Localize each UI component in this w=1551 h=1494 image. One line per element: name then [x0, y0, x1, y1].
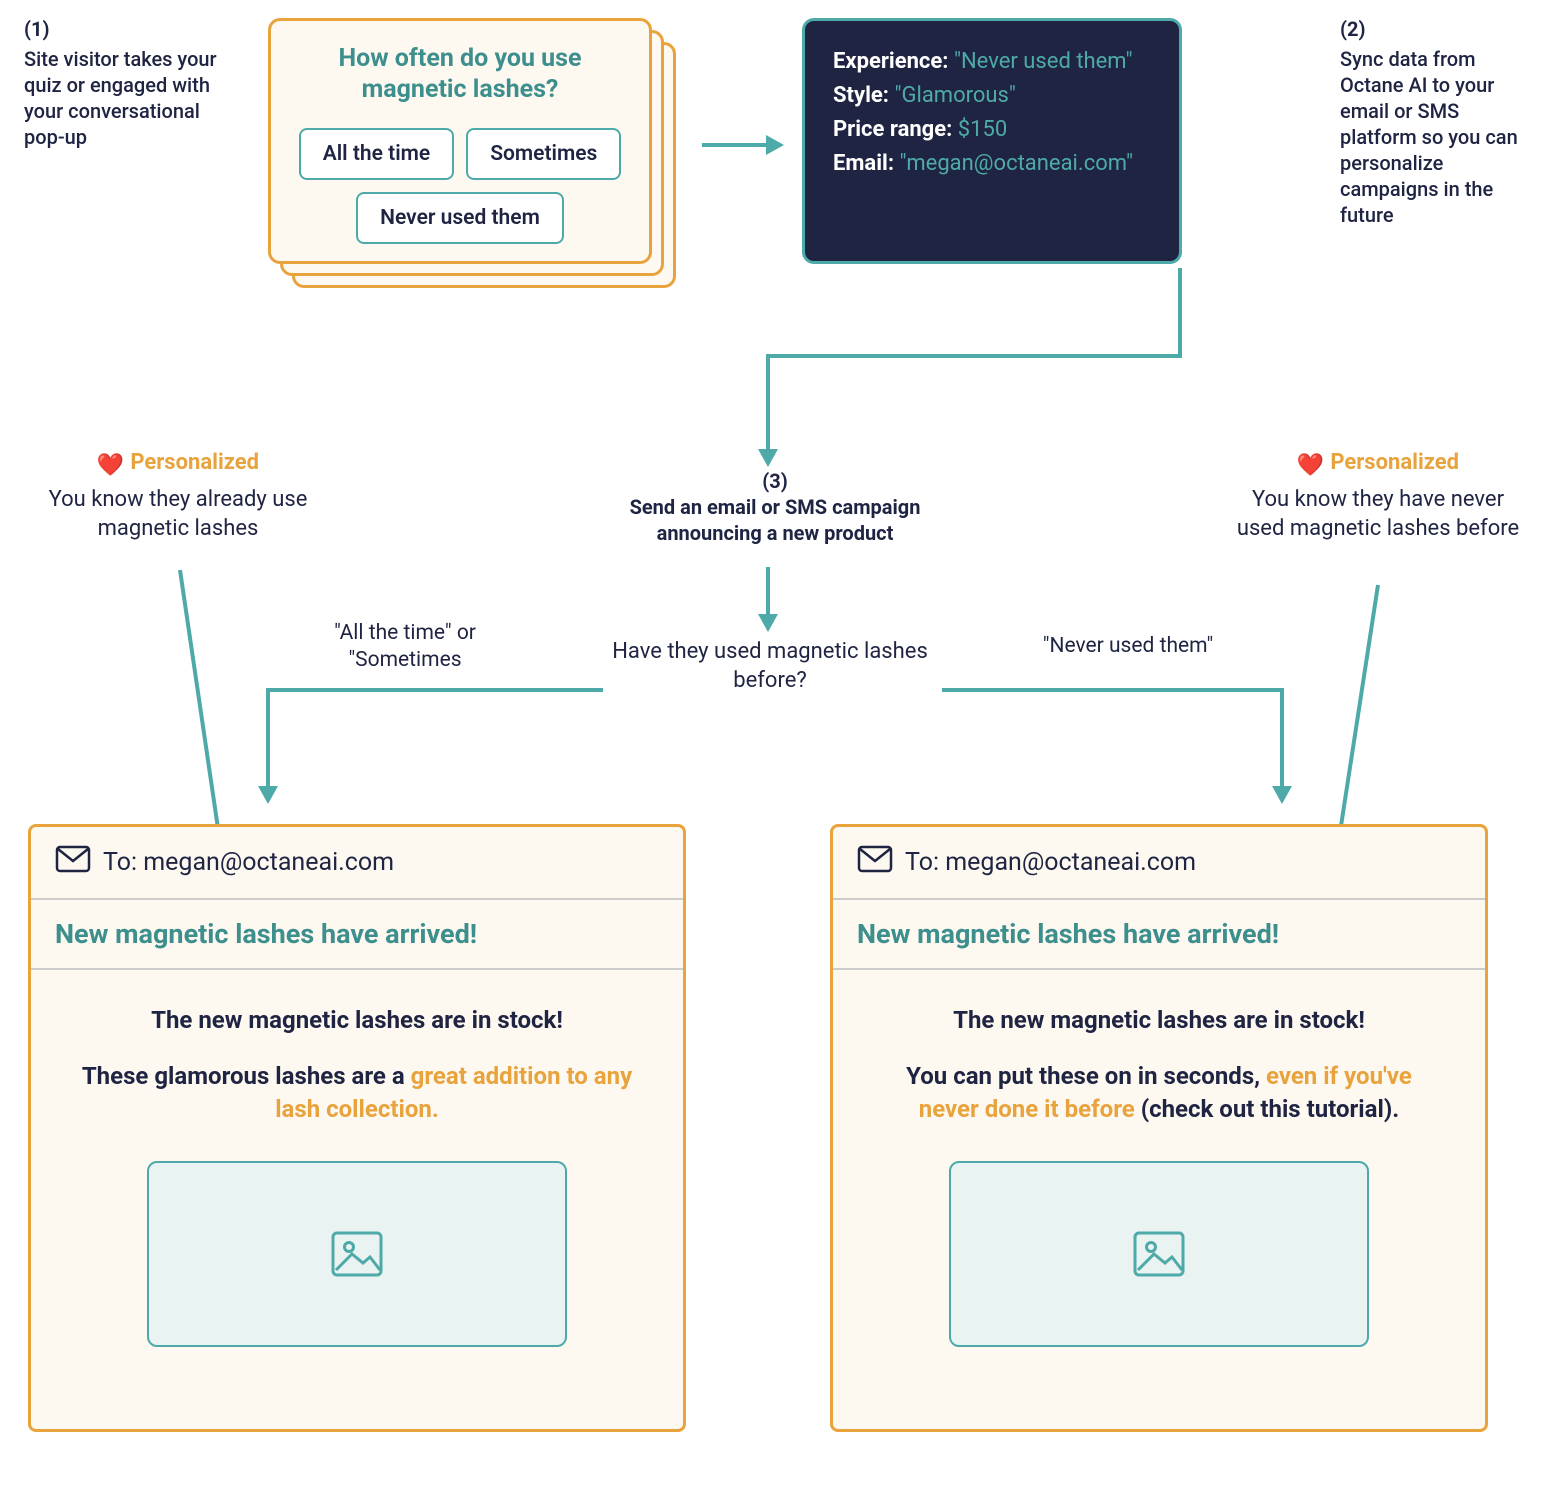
profile-data-card: Experience: "Never used them" Style: "Gl…: [802, 18, 1182, 264]
quiz-option-sometimes[interactable]: Sometimes: [466, 128, 621, 180]
decision-question: Have they used magnetic lashes before?: [610, 638, 930, 695]
personalized-badge-left: ❤️Personalized You know they already use…: [28, 450, 328, 543]
step3-text: Send an email or SMS campaign announcing…: [630, 495, 921, 545]
step3-num: (3): [762, 469, 788, 493]
data-experience: Experience: "Never used them": [833, 45, 1151, 79]
badge-left-header: ❤️Personalized: [28, 450, 328, 478]
branch-label-right: "Never used them": [1008, 633, 1248, 660]
heart-icon: ❤️: [1297, 453, 1324, 478]
step2-annotation: (2) Sync data from Octane AI to your ema…: [1340, 16, 1535, 228]
email-card-left: To: megan@octaneai.com New magnetic lash…: [28, 824, 686, 1432]
email-card-right: To: megan@octaneai.com New magnetic lash…: [830, 824, 1488, 1432]
step2-text: Sync data from Octane AI to your email o…: [1340, 47, 1518, 227]
arrow-quiz-to-data: [696, 120, 786, 170]
badge-left-text: You know they already use magnetic lashe…: [28, 486, 328, 543]
step1-num: (1): [24, 16, 242, 42]
arrow-data-to-step3: [720, 264, 1200, 484]
step1-text: Site visitor takes your quiz or engaged …: [24, 47, 217, 149]
envelope-icon: [55, 845, 91, 880]
heart-icon: ❤️: [97, 453, 124, 478]
email-left-to: To: megan@octaneai.com: [103, 848, 394, 877]
envelope-icon: [857, 845, 893, 880]
step2-num: (2): [1340, 16, 1535, 42]
quiz-question: How often do you use magnetic lashes?: [287, 43, 633, 106]
email-left-header: To: megan@octaneai.com: [31, 827, 683, 900]
email-left-p2: These glamorous lashes are a great addit…: [75, 1060, 639, 1127]
email-left-image-placeholder: [147, 1161, 567, 1347]
personalized-badge-right: ❤️Personalized You know they have never …: [1228, 450, 1528, 543]
badge-right-text: You know they have never used magnetic l…: [1228, 486, 1528, 543]
email-right-header: To: megan@octaneai.com: [833, 827, 1485, 900]
quiz-option-never[interactable]: Never used them: [356, 192, 564, 244]
branch-label-left: "All the time" or "Sometimes: [285, 620, 525, 675]
email-right-image-placeholder: [949, 1161, 1369, 1347]
quiz-options: All the time Sometimes Never used them: [287, 128, 633, 244]
email-right-p2: You can put these on in seconds, even if…: [877, 1060, 1441, 1127]
email-left-p1: The new magnetic lashes are in stock!: [75, 1004, 639, 1038]
email-left-subject: New magnetic lashes have arrived!: [31, 900, 683, 970]
email-right-p1: The new magnetic lashes are in stock!: [877, 1004, 1441, 1038]
image-icon: [330, 1230, 384, 1278]
quiz-option-all-the-time[interactable]: All the time: [299, 128, 455, 180]
quiz-card: How often do you use magnetic lashes? Al…: [268, 18, 652, 264]
data-style: Style: "Glamorous": [833, 79, 1151, 113]
arrow-step3-to-decision: [748, 562, 788, 637]
step1-annotation: (1) Site visitor takes your quiz or enga…: [24, 16, 242, 150]
image-icon: [1132, 1230, 1186, 1278]
step3-annotation: (3) Send an email or SMS campaign announ…: [620, 468, 930, 546]
email-right-subject: New magnetic lashes have arrived!: [833, 900, 1485, 970]
branch-arrows: [230, 686, 1320, 816]
data-email: Email: "megan@octaneai.com": [833, 147, 1151, 181]
data-price: Price range: $150: [833, 113, 1151, 147]
badge-right-header: ❤️Personalized: [1228, 450, 1528, 478]
email-left-body: The new magnetic lashes are in stock! Th…: [31, 970, 683, 1381]
email-right-body: The new magnetic lashes are in stock! Yo…: [833, 970, 1485, 1381]
email-right-to: To: megan@octaneai.com: [905, 848, 1196, 877]
